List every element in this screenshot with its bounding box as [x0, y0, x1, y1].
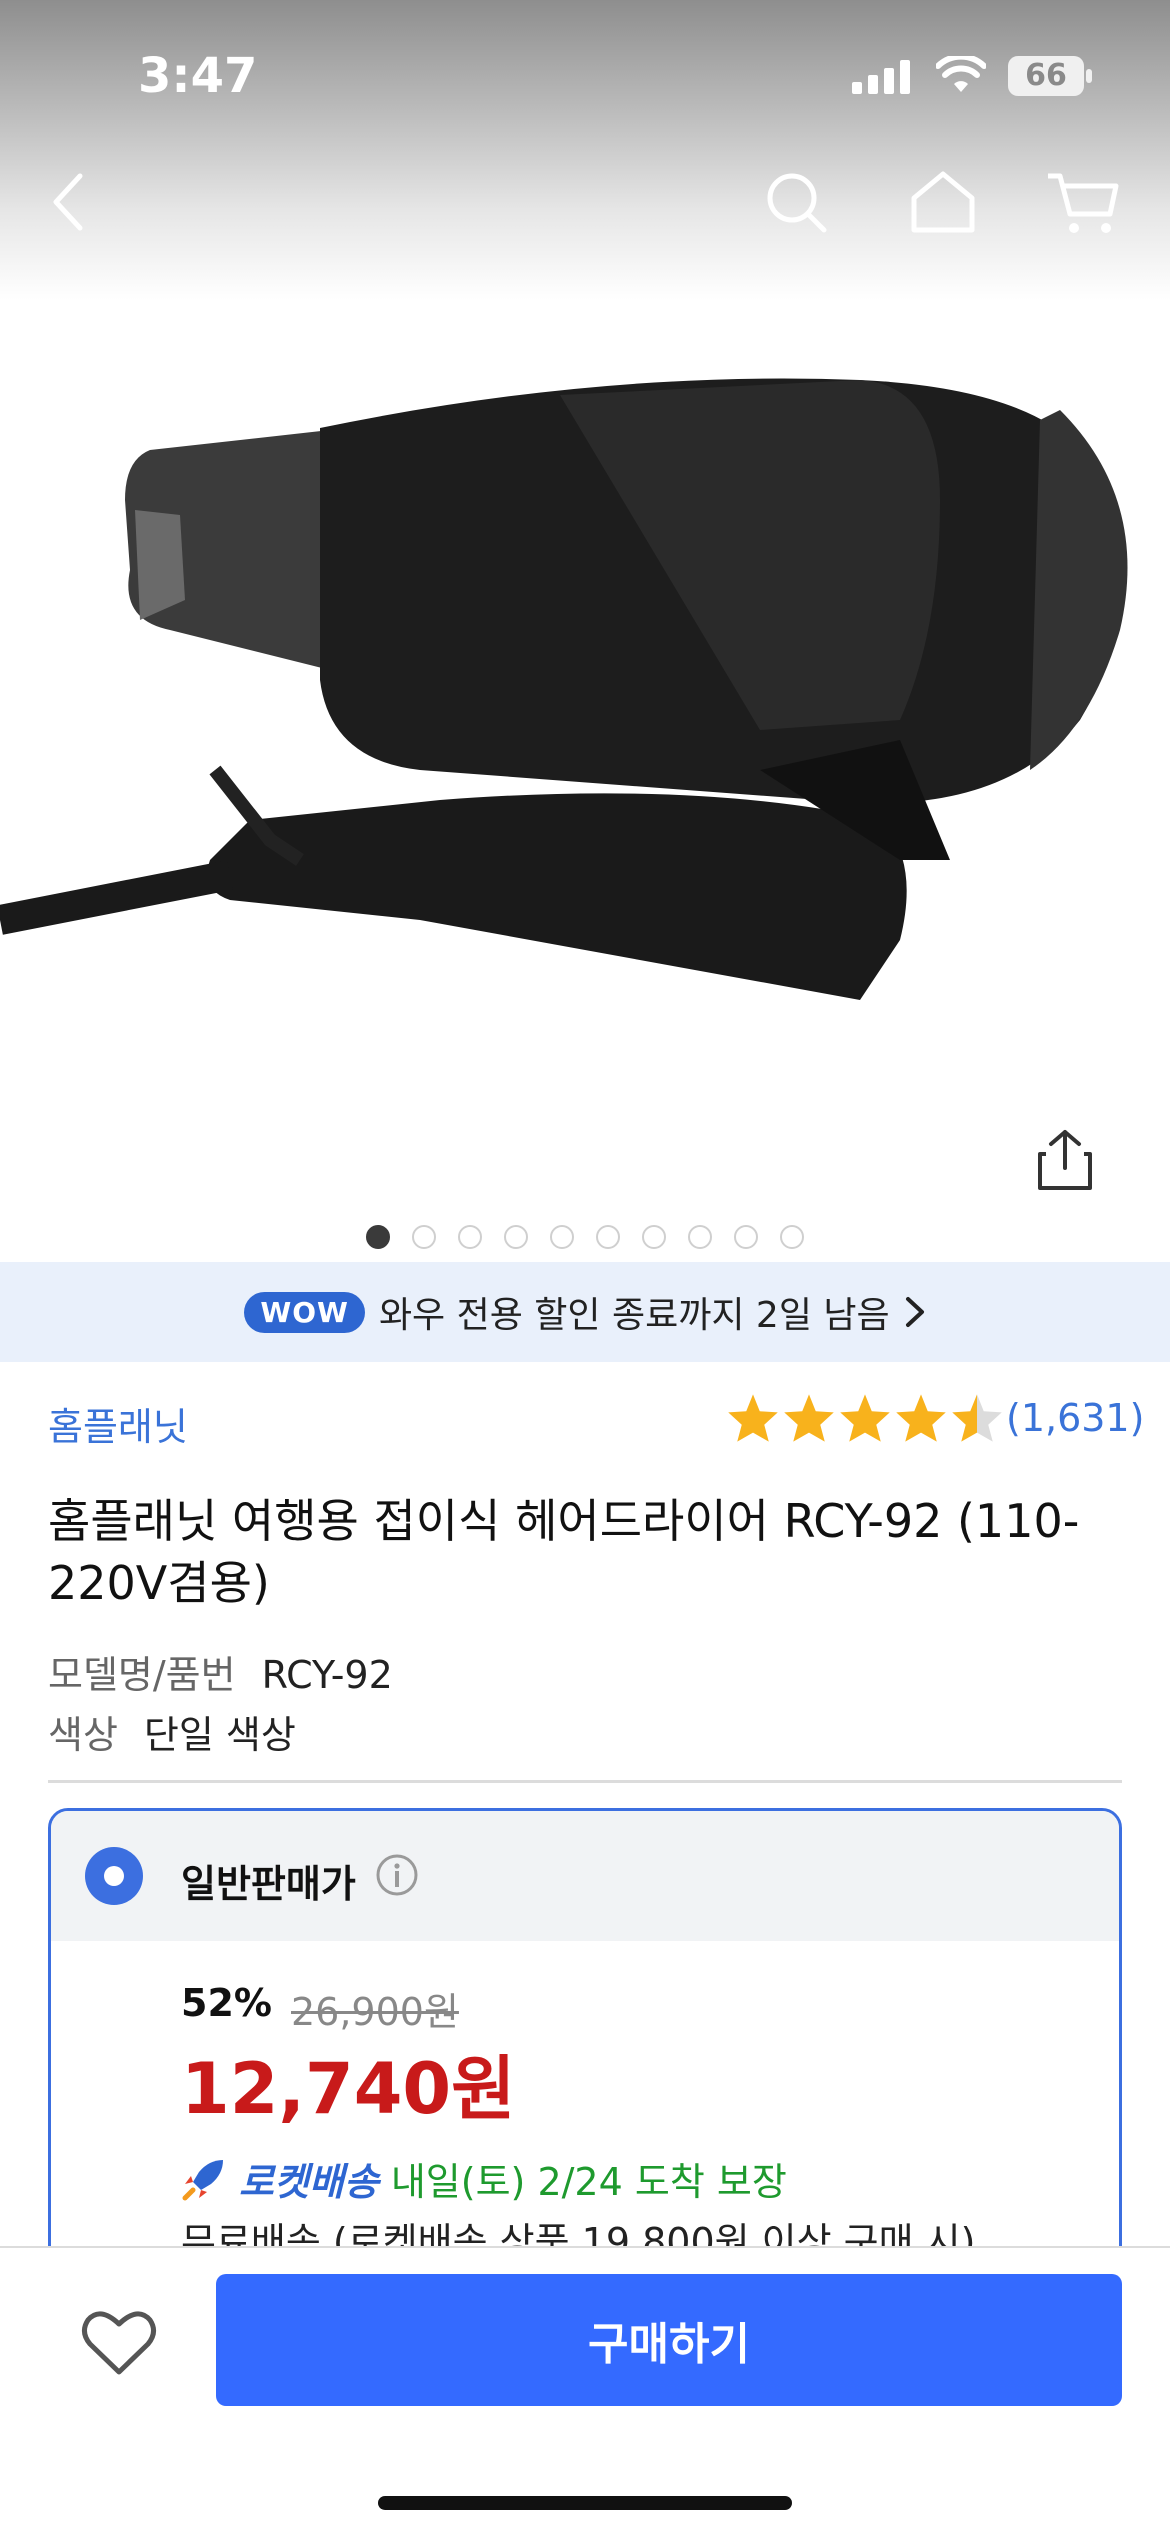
top-overlay: [0, 0, 1170, 300]
carousel-dot[interactable]: [458, 1225, 482, 1249]
product-title: 홈플래닛 여행용 접이식 헤어드라이어 RCY-92 (110-220V겸용): [48, 1494, 1080, 1610]
rocket-delivery-label: 로켓배송: [239, 2160, 379, 2204]
signal-icon: [852, 60, 910, 94]
spec-color-row: 색상 단일 색상: [48, 1704, 296, 1759]
bottom-action-bar: 구매하기: [0, 2246, 1170, 2534]
discount-rate: 52%: [181, 1981, 272, 2025]
star-icon: [840, 1394, 890, 1442]
spec-model-row: 모델명/품번 RCY-92: [48, 1644, 393, 1699]
spec-label: 모델명/품번: [48, 1653, 236, 1697]
divider: [48, 1780, 1122, 1783]
heart-icon[interactable]: [80, 2308, 158, 2378]
spec-label: 색상: [48, 1713, 118, 1757]
carousel-dot[interactable]: [366, 1225, 390, 1249]
product-image[interactable]: [0, 300, 1170, 1220]
carousel-dot[interactable]: [596, 1225, 620, 1249]
seller-price-label: 일반판매가: [181, 1862, 356, 1906]
wow-banner-text: 와우 전용 할인 종료까지 2일 남음: [378, 1295, 890, 1336]
home-icon[interactable]: [908, 168, 978, 234]
wow-badge: WOW: [244, 1291, 365, 1333]
chevron-right-icon: [905, 1297, 924, 1327]
half-star-icon: [952, 1394, 1002, 1442]
cart-icon[interactable]: [1046, 170, 1120, 236]
original-price: 26,900원: [291, 1990, 459, 2034]
carousel-dot[interactable]: [642, 1225, 666, 1249]
chevron-left-icon[interactable]: [50, 172, 86, 232]
carousel-dot[interactable]: [688, 1225, 712, 1249]
battery-icon: 66: [1008, 56, 1092, 96]
status-time: 3:47: [138, 48, 258, 104]
carousel-indicator: [0, 1222, 1170, 1252]
home-indicator: [378, 2496, 792, 2510]
battery-level: 66: [1025, 58, 1067, 93]
review-count[interactable]: (1,631): [1006, 1396, 1144, 1440]
star-icon: [896, 1394, 946, 1442]
spec-value: 단일 색상: [143, 1713, 296, 1757]
carousel-dot[interactable]: [780, 1225, 804, 1249]
share-icon[interactable]: [1036, 1128, 1094, 1192]
radio-selected[interactable]: [85, 1847, 143, 1905]
rating-stars[interactable]: [726, 1392, 1004, 1444]
rocket-delivery-row: 로켓배송 내일(토) 2/24 도착 보장: [181, 2151, 787, 2206]
carousel-dot[interactable]: [550, 1225, 574, 1249]
info-icon[interactable]: [375, 1853, 419, 1897]
search-icon[interactable]: [764, 170, 828, 234]
star-icon: [728, 1394, 778, 1442]
wifi-icon: [936, 56, 986, 92]
carousel-dot[interactable]: [504, 1225, 528, 1249]
buy-button[interactable]: 구매하기: [216, 2274, 1122, 2406]
brand-link[interactable]: 홈플래닛: [48, 1396, 188, 1451]
carousel-dot[interactable]: [734, 1225, 758, 1249]
arrival-date: 내일(토) 2/24 도착 보장: [390, 2160, 787, 2204]
spec-value: RCY-92: [261, 1653, 393, 1697]
carousel-dot[interactable]: [412, 1225, 436, 1249]
star-icon: [784, 1394, 834, 1442]
sale-price: 12,740원: [181, 2048, 516, 2130]
rocket-icon: [182, 2159, 223, 2200]
wow-discount-banner[interactable]: WOW 와우 전용 할인 종료까지 2일 남음: [0, 1262, 1170, 1362]
